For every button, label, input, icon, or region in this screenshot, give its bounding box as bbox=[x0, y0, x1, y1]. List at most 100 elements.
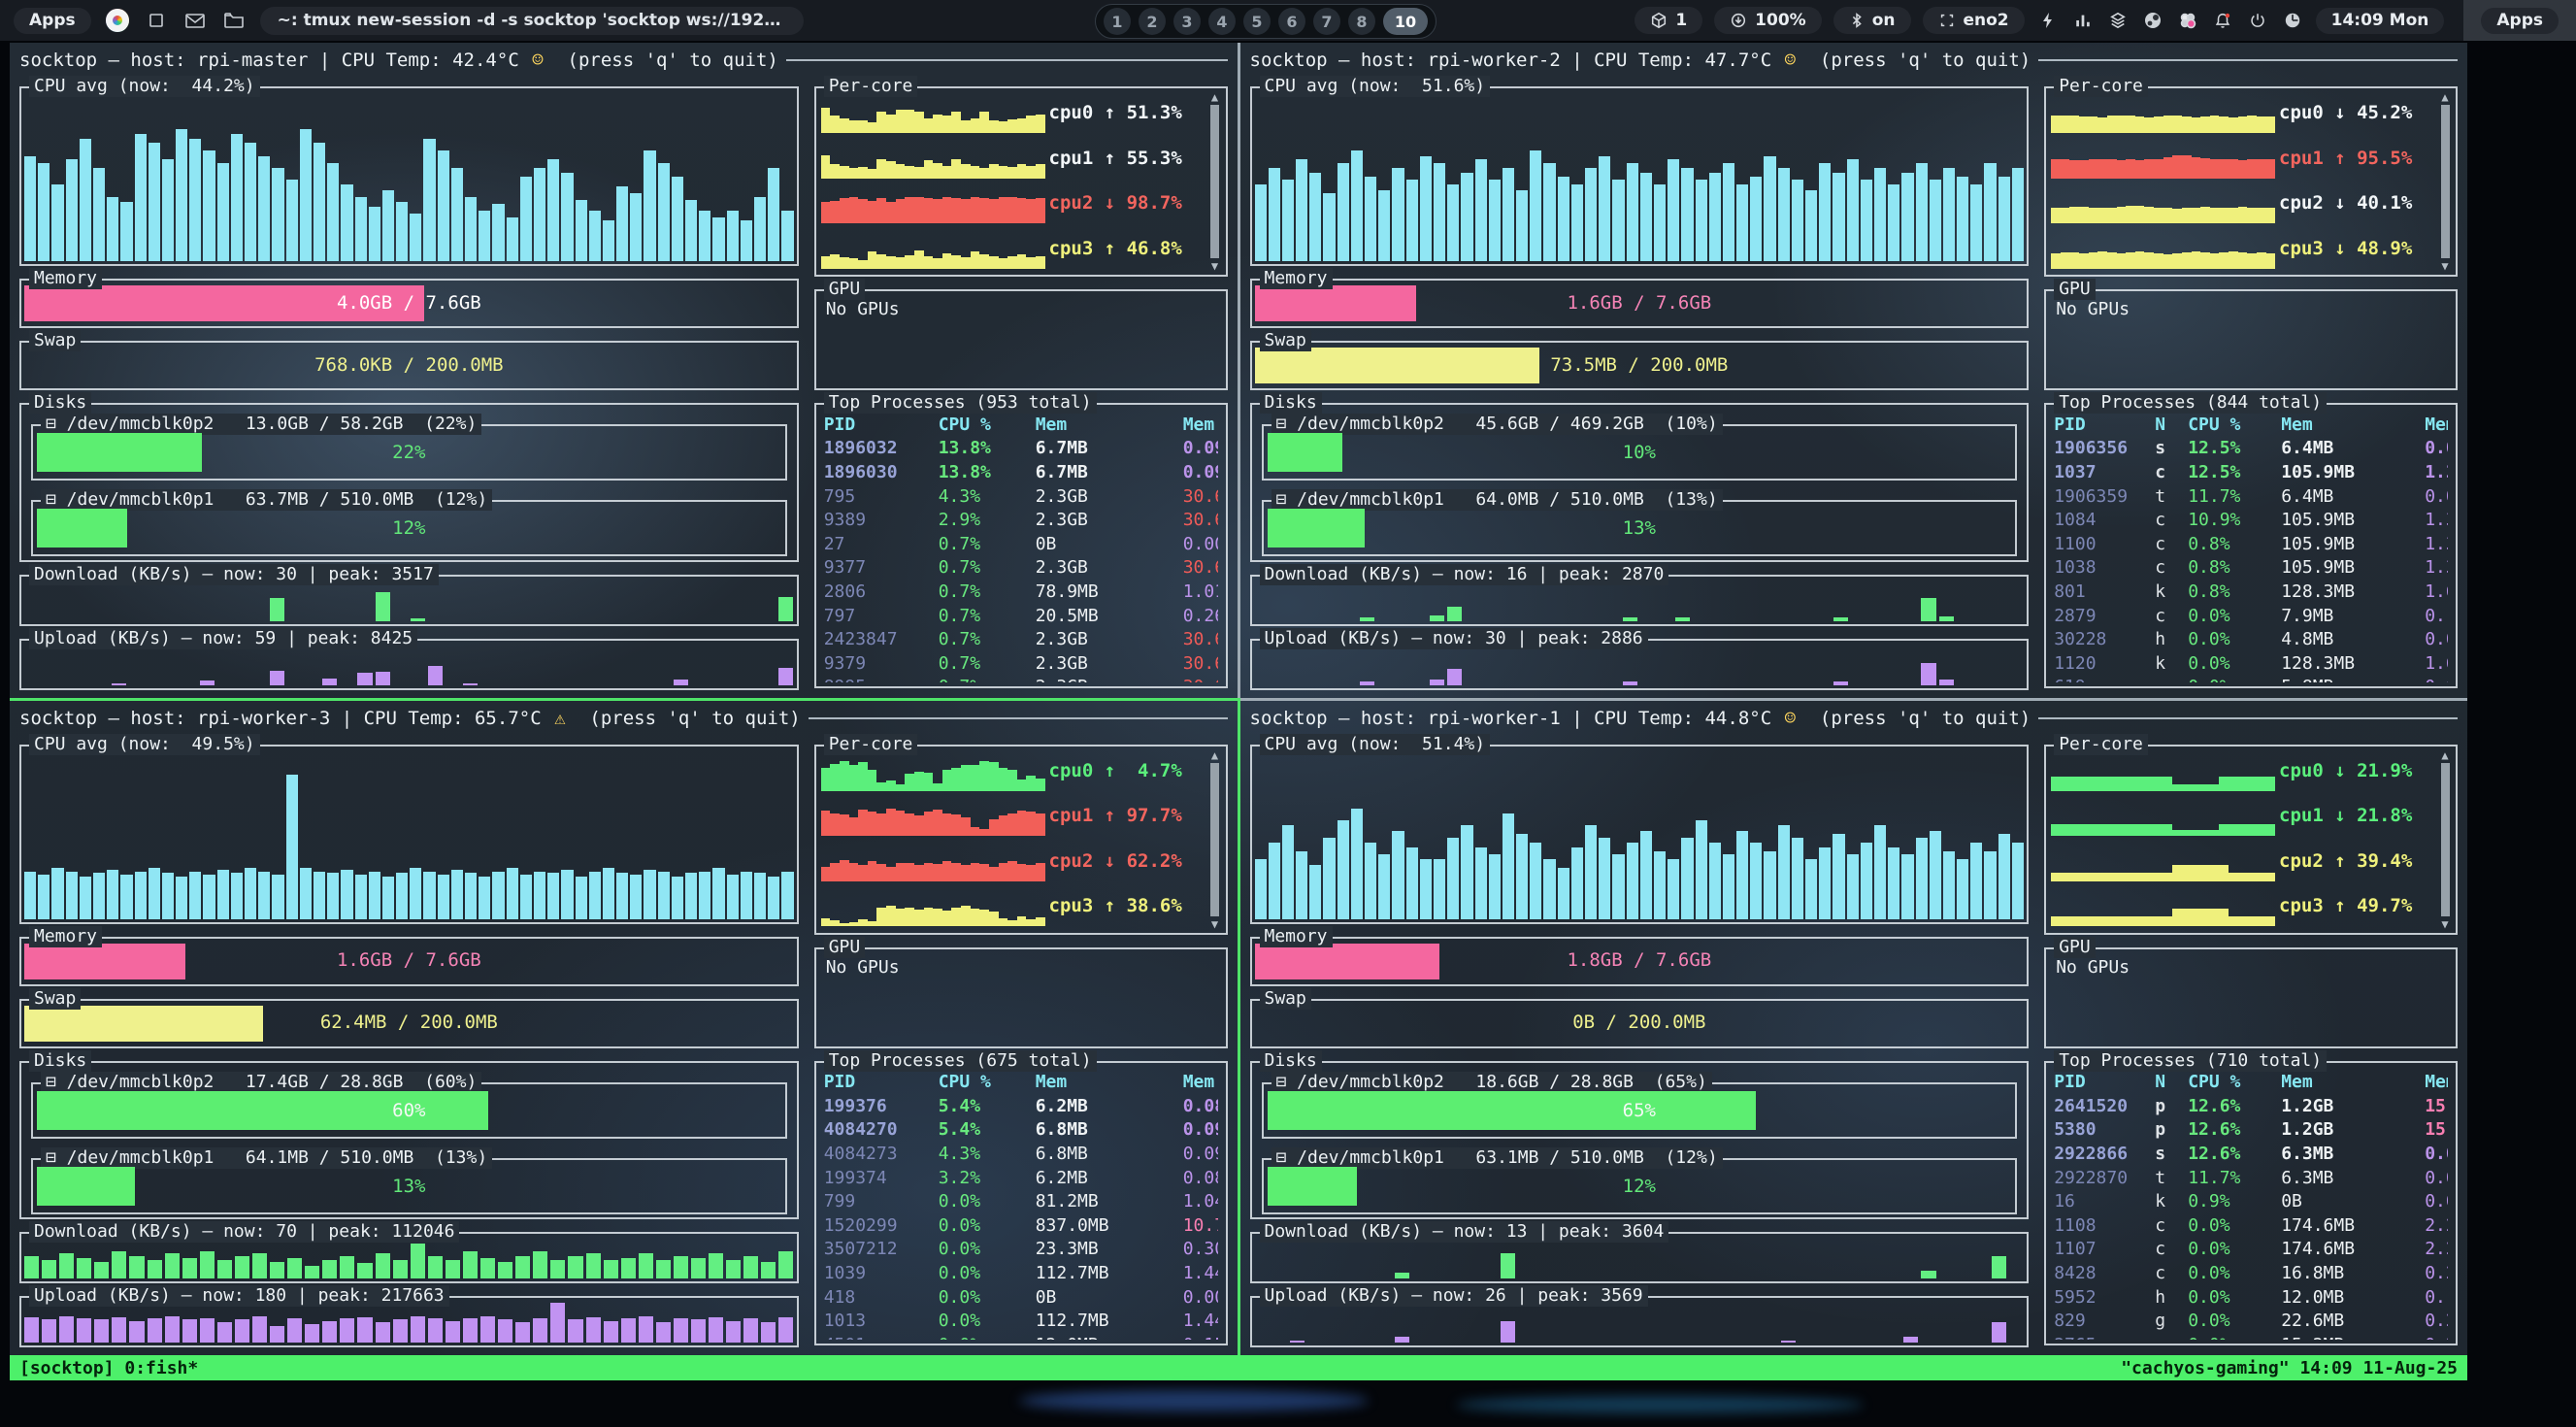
scroll-up-icon[interactable]: ▲ bbox=[2441, 90, 2448, 104]
scroll-down-icon[interactable]: ▼ bbox=[1211, 917, 1218, 931]
apps-button[interactable]: Apps bbox=[14, 8, 91, 34]
per-core-scrollbar[interactable]: ▲▼ bbox=[1207, 748, 1223, 931]
steam-icon[interactable] bbox=[2141, 9, 2164, 32]
window-icon[interactable] bbox=[144, 8, 169, 33]
bar bbox=[727, 875, 739, 919]
socktop-pane-rpi-worker-2[interactable]: socktop — host: rpi-worker-2 | CPU Temp:… bbox=[1240, 43, 2468, 698]
socktop-pane-rpi-worker-1[interactable]: socktop — host: rpi-worker-1 | CPU Temp:… bbox=[1240, 701, 2468, 1356]
bar bbox=[382, 190, 394, 262]
tmux-window-title[interactable]: ~: tmux new-session -d -s socktop 'sockt… bbox=[260, 7, 804, 35]
bar bbox=[1916, 163, 1928, 262]
bell-icon[interactable] bbox=[2211, 9, 2234, 32]
bar bbox=[2257, 252, 2266, 269]
bar bbox=[446, 1260, 460, 1278]
cell: 0.15% bbox=[2425, 1287, 2448, 1308]
scroll-down-icon[interactable]: ▼ bbox=[2441, 917, 2448, 931]
tmux-window-active[interactable]: 10 bbox=[1383, 8, 1428, 35]
tmux-window-8[interactable]: 8 bbox=[1348, 8, 1375, 35]
bar bbox=[1723, 163, 1734, 262]
bar bbox=[1984, 163, 1996, 262]
bar bbox=[1447, 607, 1462, 621]
apps-button-right[interactable]: Apps bbox=[2481, 8, 2559, 34]
scroll-down-icon[interactable]: ▼ bbox=[2441, 259, 2448, 273]
cell: 0.29% bbox=[2425, 1311, 2448, 1331]
scrollbar-track[interactable] bbox=[1210, 763, 1219, 916]
usage-chart-icon[interactable] bbox=[2281, 9, 2304, 32]
disk-label: ⊟ /dev/mmcblk0p1 64.1MB / 510.0MB (13%) bbox=[41, 1147, 492, 1169]
tmux-window-6[interactable]: 6 bbox=[1278, 8, 1305, 35]
core-row: cpu1 ↑ 97.7% bbox=[821, 795, 1203, 836]
scroll-up-icon[interactable]: ▲ bbox=[1211, 748, 1218, 762]
power-profile-icon[interactable] bbox=[2036, 9, 2060, 32]
bar bbox=[712, 217, 724, 262]
bar bbox=[2266, 159, 2275, 178]
tmux-window-1[interactable]: 1 bbox=[1104, 8, 1131, 35]
bar bbox=[876, 159, 886, 178]
bar bbox=[2219, 116, 2229, 133]
bar bbox=[876, 112, 886, 133]
scroll-up-icon[interactable]: ▲ bbox=[1211, 90, 1218, 104]
tmux-window-7[interactable]: 7 bbox=[1313, 8, 1340, 35]
workspace-indicator[interactable]: 1 bbox=[1635, 7, 1702, 34]
bar bbox=[971, 827, 980, 836]
per-core-scrollbar[interactable]: ▲▼ bbox=[2437, 90, 2453, 273]
mail-icon[interactable] bbox=[182, 8, 208, 33]
bar bbox=[868, 251, 877, 269]
cell: 1.36% bbox=[2425, 557, 2448, 578]
per-core-scrollbar[interactable]: ▲▼ bbox=[1207, 90, 1223, 273]
bar bbox=[314, 143, 325, 262]
launcher-color-icon[interactable] bbox=[105, 8, 130, 33]
disk-label: ⊟ /dev/mmcblk0p1 63.7MB / 510.0MB (12%) bbox=[41, 489, 492, 511]
bar bbox=[1623, 681, 1637, 684]
bar bbox=[761, 1262, 776, 1278]
bar bbox=[148, 1260, 162, 1278]
socktop-pane-rpi-worker-3[interactable]: socktop — host: rpi-worker-3 | CPU Temp:… bbox=[10, 701, 1238, 1356]
bluetooth-indicator[interactable]: on bbox=[1833, 7, 1911, 34]
pane-title-text: socktop — host: rpi-worker-1 | CPU Temp:… bbox=[1250, 708, 1783, 729]
scroll-down-icon[interactable]: ▼ bbox=[1211, 259, 1218, 273]
volume-indicator[interactable]: 100% bbox=[1714, 7, 1822, 34]
bar bbox=[576, 200, 587, 261]
cell: 418 bbox=[824, 1287, 939, 1308]
bar bbox=[821, 108, 831, 133]
network-indicator[interactable]: eno2 bbox=[1923, 7, 2025, 34]
system-monitor-icon[interactable] bbox=[2071, 9, 2095, 32]
per-core-scrollbar[interactable]: ▲▼ bbox=[2437, 748, 2453, 931]
tmux-window-5[interactable]: 5 bbox=[1243, 8, 1271, 35]
core-label: cpu2 ↑ 39.4% bbox=[2275, 850, 2432, 872]
tmux-window-4[interactable]: 4 bbox=[1208, 8, 1236, 35]
bar bbox=[2172, 909, 2182, 926]
disk-usage-percent: 65% bbox=[1264, 1100, 2016, 1121]
tmux-window-3[interactable]: 3 bbox=[1173, 8, 1201, 35]
bar bbox=[1475, 159, 1487, 261]
notification-app-icon[interactable] bbox=[2176, 9, 2199, 32]
cell: 0.0% bbox=[2188, 653, 2281, 674]
process-row: 15202990.0%837.0MB10.72% bbox=[824, 1213, 1218, 1238]
gpu-box-label: GPU bbox=[824, 279, 866, 300]
bar bbox=[886, 780, 896, 791]
bar bbox=[999, 863, 1008, 880]
bar bbox=[712, 868, 724, 919]
process-row: 7954.3%2.3GB30.64% bbox=[824, 484, 1218, 509]
bar bbox=[914, 250, 924, 269]
clock[interactable]: 14:09 Mon bbox=[2316, 8, 2445, 34]
bar bbox=[2182, 155, 2192, 179]
process-row: 189603213.8%6.7MB0.09% bbox=[824, 437, 1218, 461]
bar bbox=[1833, 617, 1848, 620]
bar bbox=[2107, 916, 2117, 926]
power-icon[interactable] bbox=[2246, 9, 2269, 32]
folder-icon[interactable] bbox=[221, 8, 247, 33]
scrollbar-track[interactable] bbox=[1210, 105, 1219, 258]
scrollbar-track[interactable] bbox=[2441, 763, 2450, 916]
tmux-window-2[interactable]: 2 bbox=[1139, 8, 1166, 35]
bar bbox=[741, 872, 752, 919]
bar bbox=[2154, 777, 2163, 790]
layers-icon[interactable] bbox=[2106, 9, 2130, 32]
bar bbox=[357, 1263, 372, 1278]
socktop-pane-rpi-master[interactable]: socktop — host: rpi-master | CPU Temp: 4… bbox=[10, 43, 1238, 698]
scrollbar-track[interactable] bbox=[2441, 105, 2450, 258]
bar bbox=[586, 1317, 601, 1343]
scroll-up-icon[interactable]: ▲ bbox=[2441, 748, 2448, 762]
bar bbox=[999, 166, 1008, 179]
bar bbox=[66, 872, 78, 919]
